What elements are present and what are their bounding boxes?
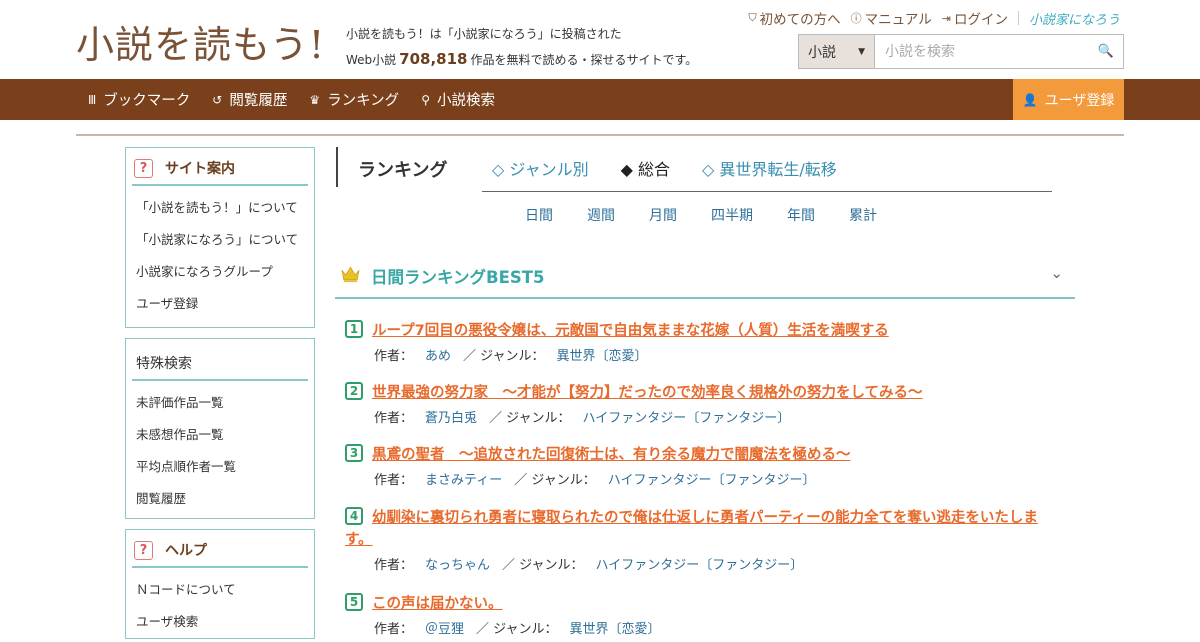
question-icon: ? [134,540,153,560]
author-link[interactable]: 蒼乃白兎 [425,411,477,426]
bookmark-icon: Ⅲ [88,92,97,107]
sidebar-item-unrated[interactable]: 未評価作品一覧 [136,387,314,419]
rank-number-badge: 5 [345,593,363,611]
help-heading: ? ヘルプ [132,540,308,568]
novel-meta: 作者： ＠豆狸／ ジャンル： 異世界〔恋愛〕 [374,622,661,637]
sidebar-item-history[interactable]: 閲覧履歴 [136,483,314,515]
ranking-entry: 4 幼馴染に裏切られ勇者に寝取られたので俺は仕返しに勇者パーティーの能力全てを奪… [345,507,1065,573]
novel-title-link[interactable]: 幼馴染に裏切られ勇者に寝取られたので俺は仕返しに勇者パーティーの能力全てを奪い逃… [345,507,1065,551]
global-nav: Ⅲ ブックマーク ↺ 閲覧履歴 ♛ ランキング ⚲ 小説検索 👤 ユーザ登録 [0,79,1200,120]
sidebar-item-no-review[interactable]: 未感想作品一覧 [136,419,314,451]
ranking-tabs: ◇ ジャンル別 ◆ 総合 ◇ 異世界転生/転移 [482,156,1052,192]
tagline-line2: Web小説 708,818 作品を無料で読める・探せるサイトです。 [346,47,697,73]
site-header: 小説を読もう! 小説を読もう！は「小説家になろう」に投稿された Web小説 708… [0,0,1200,79]
novel-meta: 作者： なっちゃん／ ジャンル： ハイファンタジー〔ファンタジー〕 [374,558,804,573]
rank-number-badge: 2 [345,382,363,400]
daily-ranking-header[interactable]: 日間ランキングBEST5 ⌄ [335,256,1075,299]
novel-meta: 作者： 蒼乃白兎／ ジャンル： ハイファンタジー〔ファンタジー〕 [374,411,791,426]
special-search-box: 特殊検索 未評価作品一覧 未感想作品一覧 平均点順作者一覧 閲覧履歴 [125,338,315,519]
search-icon: ⚲ [421,92,430,107]
special-search-heading: 特殊検索 [132,349,308,381]
tab-genre[interactable]: ◇ ジャンル別 [492,156,589,191]
ranking-entry: 1 ループ7回目の悪役令嬢は、元敵国で自由気ままな花嫁（人質）生活を満喫する 作… [345,320,1065,364]
period-quarter[interactable]: 四半期 [711,205,753,225]
nav-bookmark[interactable]: Ⅲ ブックマーク [88,89,190,110]
beginner-link[interactable]: ⛉ 初めての方へ [748,8,840,28]
daily-ranking-title: 日間ランキングBEST5 [371,268,545,287]
novel-count: 708,818 [399,50,468,68]
top-links: ⛉ 初めての方へ ⓘ マニュアル ⇥ ログイン 小説家になろう [738,8,1120,28]
tab-isekai[interactable]: ◇ 異世界転生/転移 [702,156,837,191]
search-type-select[interactable]: 小説 ▼ [799,35,875,68]
sidebar-item-user-register[interactable]: ユーザ登録 [136,288,314,320]
nav-ranking[interactable]: ♛ ランキング [309,89,399,110]
login-link[interactable]: ⇥ ログイン [941,8,1008,29]
author-link[interactable]: まさみティー [425,473,502,488]
ranking-entry: 3 黒鳶の聖者 ～追放された回復術士は、有り余る魔力で闇魔法を極める～ 作者：ま… [345,444,1065,488]
tab-overall[interactable]: ◆ 総合 [621,156,670,191]
user-icon: 👤 [1022,92,1038,107]
author-link[interactable]: あめ [425,349,451,364]
rank-number-badge: 4 [345,507,363,525]
divider [1017,11,1019,25]
crown-icon: ♛ [309,92,321,107]
novel-title-link[interactable]: この声は届かない。 [345,596,503,612]
sidebar-item-about-narou[interactable]: 「小説家になろう」について [136,224,314,256]
ranking-title: ランキング [358,160,448,181]
novel-meta: 作者： あめ／ ジャンル： 異世界〔恋愛〕 [374,349,648,364]
sidebar-item-about-yomou[interactable]: 「小説を読もう！」について [136,192,314,224]
search-button[interactable]: 🔍 [1089,35,1123,68]
tagline-suffix: 作品を無料で読める・探せるサイトです。 [470,53,698,67]
ranking-entry: 5 この声は届かない。 作者： ＠豆狸／ ジャンル： 異世界〔恋愛〕 [345,593,1065,637]
search-input[interactable] [875,35,1089,68]
search-form: 小説 ▼ 🔍 [798,34,1124,69]
narou-brand-link[interactable]: 小説家になろう [1029,9,1120,28]
novel-meta: 作者： まさみティー／ ジャンル： ハイファンタジー〔ファンタジー〕 [374,473,816,488]
chevron-down-icon[interactable]: ⌄ [1050,264,1063,282]
period-yearly[interactable]: 年間 [787,205,815,225]
period-total[interactable]: 累計 [849,205,877,225]
search-icon: 🔍 [1097,44,1115,59]
genre-link[interactable]: ハイファンタジー〔ファンタジー〕 [608,473,816,488]
rank-number-badge: 1 [345,320,363,338]
period-links: 日間 週間 月間 四半期 年間 累計 [525,205,877,225]
question-icon: ? [134,158,153,178]
novel-title-link[interactable]: ループ7回目の悪役令嬢は、元敵国で自由気ままな花嫁（人質）生活を満喫する [345,323,889,339]
question-circle-icon: ⓘ [850,12,862,25]
genre-link[interactable]: 異世界〔恋愛〕 [557,349,648,364]
genre-link[interactable]: ハイファンタジー〔ファンタジー〕 [596,558,804,573]
site-guide-box: ? サイト案内 「小説を読もう！」について 「小説家になろう」について 小説家にな… [125,147,315,328]
author-link[interactable]: なっちゃん [425,558,490,573]
nav-search[interactable]: ⚲ 小説検索 [421,89,495,110]
tagline-line1: 小説を読もう！は「小説家になろう」に投稿された [346,27,622,41]
site-guide-heading: ? サイト案内 [132,158,308,186]
period-weekly[interactable]: 週間 [587,205,615,225]
user-register-button[interactable]: 👤 ユーザ登録 [1013,79,1124,120]
manual-link[interactable]: ⓘ マニュアル [851,8,932,28]
site-tagline: 小説を読もう！は「小説家になろう」に投稿された Web小説 708,818 作品を無… [346,22,697,73]
help-box: ? ヘルプ Ｎコードについて ユーザ検索 [125,529,315,639]
novel-title-link[interactable]: 黒鳶の聖者 ～追放された回復術士は、有り余る魔力で闇魔法を極める～ [345,447,851,463]
site-logo[interactable]: 小説を読もう! [76,14,325,69]
rank-number-badge: 3 [345,444,363,462]
period-monthly[interactable]: 月間 [649,205,677,225]
genre-link[interactable]: ハイファンタジー〔ファンタジー〕 [583,411,791,426]
sidebar-item-ncode[interactable]: Ｎコードについて [136,574,314,606]
period-daily[interactable]: 日間 [525,205,553,225]
login-icon: ⇥ [941,11,951,25]
sidebar-item-user-search[interactable]: ユーザ検索 [136,606,314,638]
sidebar-item-narou-group[interactable]: 小説家になろうグループ [136,256,314,288]
crown-icon [341,266,360,283]
ranking-title-accent [336,147,338,187]
shield-icon: ⛉ [748,11,757,24]
ranking-entry: 2 世界最強の努力家 ～才能が【努力】だったので効率良く規格外の努力をしてみる～… [345,382,1065,426]
nav-history[interactable]: ↺ 閲覧履歴 [212,89,287,110]
caret-down-icon: ▼ [858,46,865,57]
tagline-prefix: Web小説 [346,53,397,67]
sidebar-item-average-authors[interactable]: 平均点順作者一覧 [136,451,314,483]
history-icon: ↺ [212,92,223,107]
novel-title-link[interactable]: 世界最強の努力家 ～才能が【努力】だったので効率良く規格外の努力をしてみる～ [345,385,923,401]
